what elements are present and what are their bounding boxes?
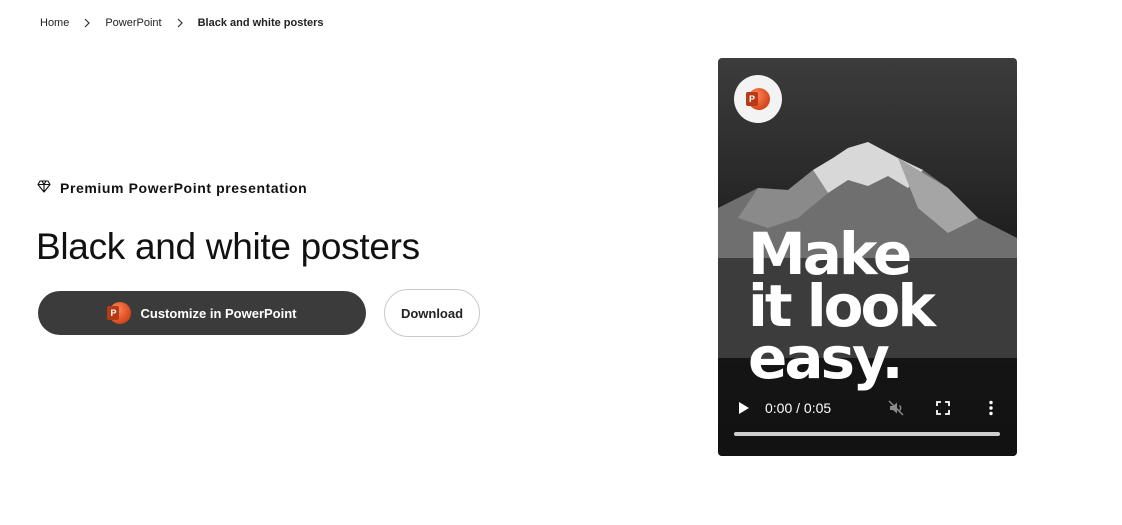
diamond-icon xyxy=(37,180,51,196)
video-progress-bar[interactable] xyxy=(734,432,1000,436)
video-preview[interactable]: P Make it look easy. 0:00 / 0:05 xyxy=(718,58,1017,456)
breadcrumb-current: Black and white posters xyxy=(197,17,324,29)
powerpoint-icon: P xyxy=(107,301,132,325)
more-vertical-icon[interactable] xyxy=(982,399,1000,417)
chevron-right-icon xyxy=(162,18,198,28)
mute-icon[interactable] xyxy=(887,399,905,417)
premium-text: Premium PowerPoint presentation xyxy=(60,180,308,196)
play-icon[interactable] xyxy=(736,400,750,416)
customize-button-label: Customize in PowerPoint xyxy=(140,305,297,321)
breadcrumb: Home PowerPoint Black and white posters xyxy=(40,17,324,29)
video-time: 0:00 / 0:05 xyxy=(765,400,832,416)
breadcrumb-powerpoint[interactable]: PowerPoint xyxy=(105,17,161,29)
download-button[interactable]: Download xyxy=(384,289,480,337)
page-title: Black and white posters xyxy=(36,226,420,267)
premium-label: Premium PowerPoint presentation xyxy=(37,180,307,196)
fullscreen-icon[interactable] xyxy=(934,399,952,417)
video-controls xyxy=(718,386,1017,456)
chevron-right-icon xyxy=(69,18,105,28)
powerpoint-logo: P xyxy=(734,75,782,123)
customize-in-powerpoint-button[interactable]: P Customize in PowerPoint xyxy=(38,291,366,335)
powerpoint-icon: P xyxy=(746,87,770,111)
video-overlay-text: Make it look easy. xyxy=(748,225,936,387)
breadcrumb-home[interactable]: Home xyxy=(40,17,69,29)
